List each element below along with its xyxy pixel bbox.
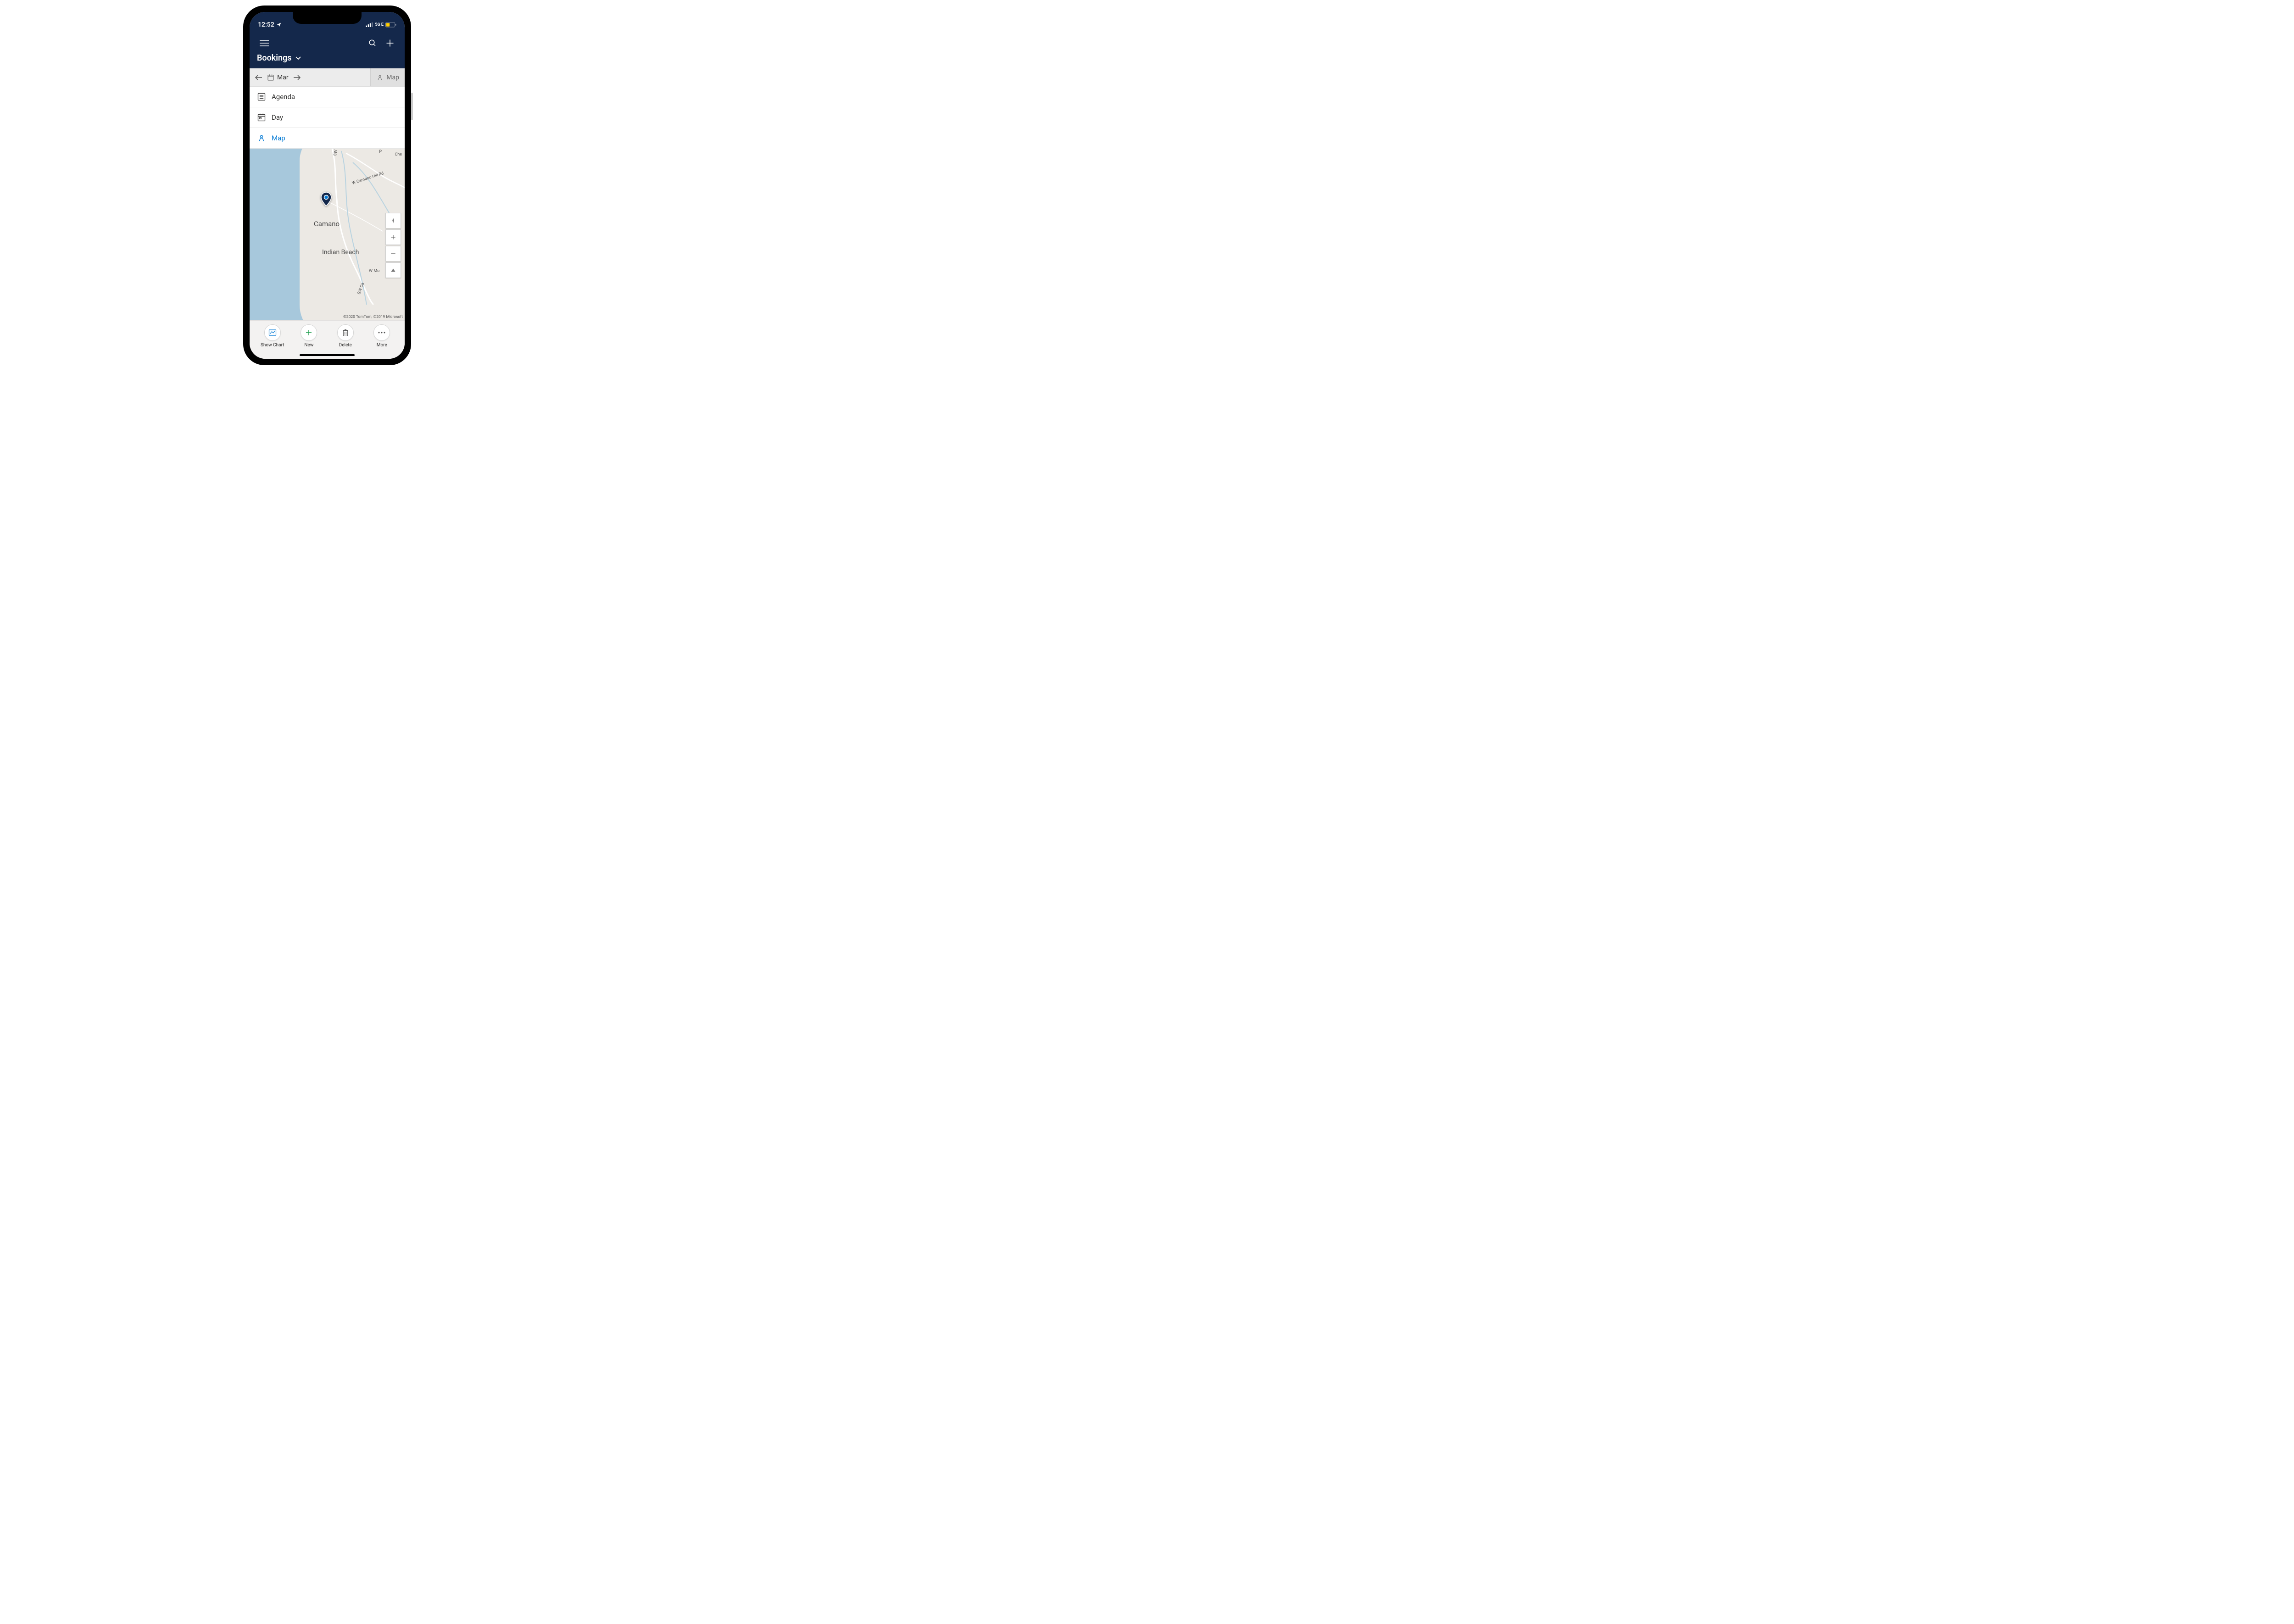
phone-screen: 12:52 5G E <box>250 12 405 359</box>
view-option-label: Map <box>272 134 285 142</box>
map-zoom-in-button[interactable] <box>385 229 401 245</box>
map-canvas[interactable]: SW Camano Dr W Camano Hill Rd Che P Cama… <box>250 149 405 320</box>
page-title: Bookings <box>257 53 292 63</box>
map-place-label: Indian Beach <box>322 249 359 256</box>
view-option-label: Agenda <box>272 93 295 101</box>
button-label: Delete <box>339 343 352 348</box>
search-icon <box>368 39 377 47</box>
map-road-label: W Mo <box>369 269 379 273</box>
next-month-button[interactable] <box>293 74 301 81</box>
calendar-button[interactable]: Mar <box>267 74 289 81</box>
trash-icon <box>342 328 349 337</box>
map-pin-icon <box>376 74 384 81</box>
status-time: 12:52 <box>258 21 274 28</box>
hamburger-icon <box>260 40 269 46</box>
map-attribution: ©2020 TomTom, ©2019 Microsoft <box>343 315 403 319</box>
button-label: Show Chart <box>261 343 284 348</box>
date-toolbar: Mar Map <box>250 68 405 87</box>
status-network: 5G E <box>375 22 384 27</box>
phone-notch <box>293 12 362 24</box>
new-button[interactable]: New <box>295 324 323 348</box>
calendar-icon <box>267 74 274 81</box>
hamburger-menu-button[interactable] <box>257 36 272 50</box>
battery-icon <box>385 22 396 28</box>
add-button[interactable] <box>383 36 397 50</box>
pin-icon <box>321 192 332 206</box>
map-location-pin[interactable] <box>321 192 332 206</box>
arrow-left-icon <box>255 74 262 81</box>
map-pin-icon <box>257 133 266 143</box>
day-icon <box>257 113 266 122</box>
search-button[interactable] <box>365 36 380 50</box>
chart-icon <box>268 329 277 336</box>
map-road-label: P <box>379 150 382 154</box>
map-locate-button[interactable] <box>385 213 401 228</box>
app-header: Bookings <box>250 33 405 68</box>
map-zoom-out-button[interactable] <box>385 246 401 261</box>
phone-side-button <box>411 93 413 120</box>
plus-icon <box>305 328 313 337</box>
current-month: Mar <box>277 74 289 81</box>
chevron-down-icon <box>295 56 301 60</box>
view-mode-indicator[interactable]: Map <box>370 68 405 86</box>
delete-button[interactable]: Delete <box>332 324 359 348</box>
arrow-right-icon <box>293 74 301 81</box>
minus-icon <box>390 250 396 257</box>
view-option-agenda[interactable]: Agenda <box>250 87 405 107</box>
plus-icon <box>390 234 396 240</box>
home-indicator[interactable] <box>300 354 355 356</box>
bottom-command-bar: Show Chart New Delete More <box>250 320 405 359</box>
signal-icon <box>366 22 373 27</box>
phone-frame: 12:52 5G E <box>243 6 411 365</box>
map-controls <box>385 213 401 278</box>
map-place-label: Camano <box>314 220 340 228</box>
agenda-icon <box>257 92 266 101</box>
plus-icon <box>385 39 395 48</box>
view-option-map[interactable]: Map <box>250 128 405 149</box>
more-icon <box>378 331 386 334</box>
button-label: More <box>377 343 387 348</box>
more-button[interactable]: More <box>368 324 395 348</box>
view-options-list: Agenda Day Map <box>250 87 405 149</box>
map-tilt-button[interactable] <box>385 262 401 278</box>
view-option-day[interactable]: Day <box>250 107 405 128</box>
map-road-label: Che <box>395 152 402 157</box>
button-label: New <box>304 343 313 348</box>
view-selector[interactable]: Bookings <box>250 53 405 68</box>
prev-month-button[interactable] <box>255 74 262 81</box>
view-option-label: Day <box>272 113 283 122</box>
view-mode-label: Map <box>386 74 399 81</box>
compass-icon <box>390 217 396 224</box>
tilt-icon <box>390 267 396 273</box>
show-chart-button[interactable]: Show Chart <box>259 324 286 348</box>
location-services-icon <box>276 22 282 28</box>
